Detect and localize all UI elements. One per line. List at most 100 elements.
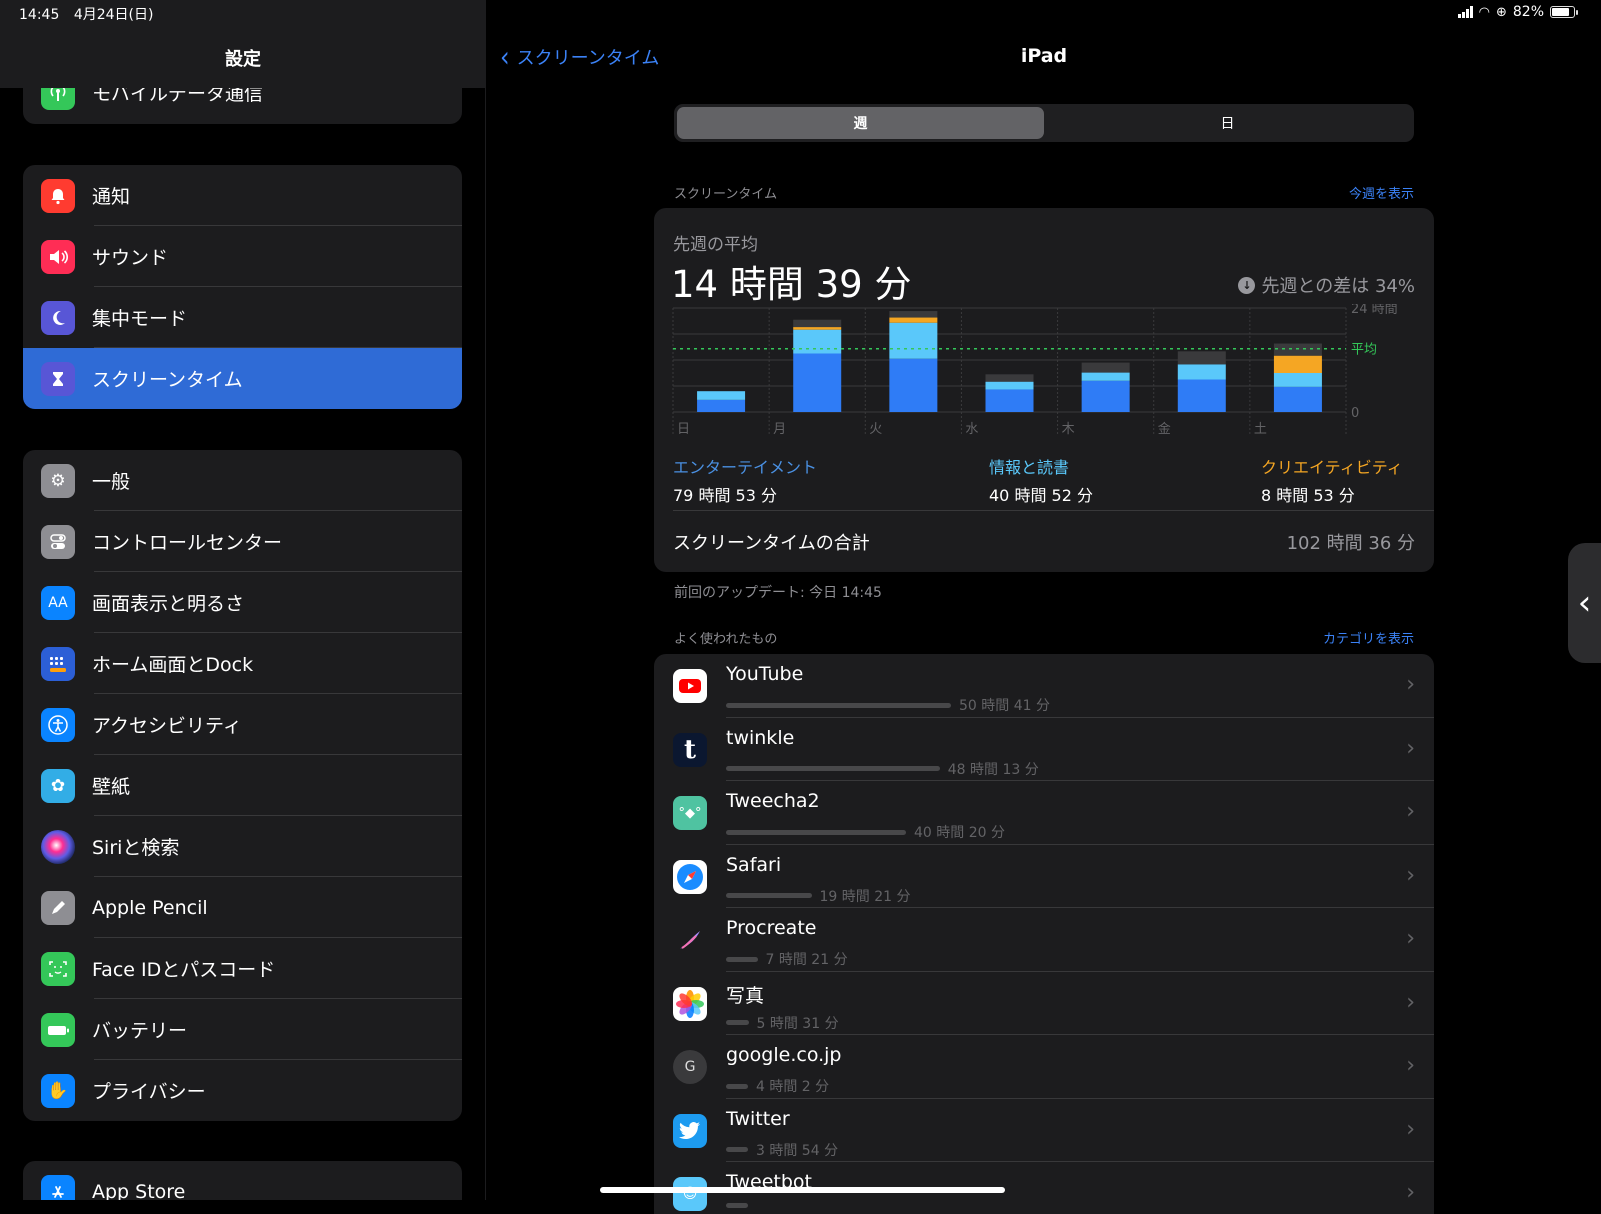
sidebar-item-label: ホーム画面とDock	[92, 654, 254, 676]
x-tick-label: 日	[677, 422, 690, 437]
x-tick-label: 木	[1062, 422, 1075, 437]
chart-bar-segment	[793, 329, 842, 354]
tweecha-icon: °◆°	[673, 796, 707, 830]
chevron-right-icon: ›	[1406, 799, 1415, 824]
chevron-right-icon: ›	[1406, 1180, 1415, 1205]
usage-bar	[726, 829, 906, 835]
usage-bar	[726, 1020, 749, 1025]
sidebar-item-notifications[interactable]: 通知	[23, 165, 462, 226]
gear-icon: ⚙	[41, 463, 75, 498]
app-usage-row[interactable]: Safari 19 時間 21 分 ›	[654, 845, 1434, 908]
chart-bar-segment	[1273, 373, 1322, 387]
x-tick-label: 土	[1254, 422, 1267, 437]
twinkle-icon: t	[673, 732, 707, 767]
usage-bar-wrap: 7 時間 21 分	[726, 949, 848, 969]
chart-bar-segment	[1177, 379, 1226, 412]
chevron-left-icon: ‹	[1577, 583, 1592, 623]
sidebar-item-general[interactable]: ⚙ 一般	[23, 450, 462, 511]
sidebar-item-screen-time[interactable]: スクリーンタイム	[23, 348, 462, 409]
text-size-icon: AA	[41, 585, 75, 620]
sidebar-item-siri[interactable]: Siriと検索	[23, 816, 462, 877]
app-usage-row[interactable]: °◆° Tweecha2 40 時間 20 分 ›	[654, 781, 1434, 845]
chart-bar-segment	[889, 311, 938, 318]
settings-group-2: ⚙ 一般 コントロールセンター AA 画面表示と明るさ ホーム画面とDock ア…	[23, 450, 462, 1121]
battery-percent: 82%	[1512, 4, 1544, 20]
sidebar-item-wallpaper[interactable]: ✿ 壁紙	[23, 755, 462, 816]
category-name: 情報と読書	[989, 458, 1070, 477]
sidebar-item-label: アクセシビリティ	[92, 715, 242, 737]
x-tick-label: 水	[965, 422, 978, 437]
average-label: 先週の平均	[673, 235, 758, 255]
app-name: Procreate	[726, 917, 817, 939]
speaker-icon	[41, 239, 75, 274]
weekly-difference: ↓ 先週との差は 34%	[1238, 272, 1415, 298]
category-value: 40 時間 52 分	[989, 486, 1093, 505]
chart-bar-segment	[1081, 372, 1130, 381]
sidebar-item-apple-pencil[interactable]: Apple Pencil	[23, 877, 462, 938]
app-usage-row[interactable]: t twinkle 48 時間 13 分 ›	[654, 718, 1434, 781]
app-usage-row[interactable]: Twitter 3 時間 54 分 ›	[654, 1099, 1434, 1162]
x-tick-label: 金	[1158, 421, 1171, 437]
show-this-week-link[interactable]: 今週を表示	[1349, 183, 1414, 202]
usage-time: 40 時間 20 分	[914, 825, 1005, 841]
usage-bar-wrap: 3 時間 54 分	[726, 1140, 838, 1160]
home-indicator[interactable]	[600, 1187, 1005, 1193]
app-name: YouTube	[726, 663, 804, 685]
cellular-signal-icon	[1457, 6, 1473, 18]
chevron-right-icon: ›	[1406, 1116, 1415, 1142]
sidebar-item-display[interactable]: AA 画面表示と明るさ	[23, 572, 462, 633]
wifi-icon: ◠	[1478, 4, 1490, 20]
app-usage-row[interactable]: Procreate 7 時間 21 分 ›	[654, 908, 1434, 972]
sidebar-item-control-center[interactable]: コントロールセンター	[23, 511, 462, 572]
sidebar-item-sounds[interactable]: サウンド	[23, 226, 462, 287]
chart-bar-segment	[889, 322, 938, 359]
flower-icon: ✿	[41, 768, 75, 803]
google-icon: G	[673, 1050, 707, 1084]
chart-bar-segment	[793, 327, 842, 330]
y-tick-label: 0	[1351, 406, 1359, 421]
status-bar-left: 14:45 4月24日(日)	[19, 4, 163, 24]
chart-bar-segment	[889, 317, 938, 323]
usage-bar-chart: 日 月 火 水 木 金 土 平均 24 時間 0	[672, 304, 1398, 437]
chevron-right-icon: ›	[1406, 926, 1415, 951]
separator	[673, 510, 1434, 511]
sidebar-item-focus[interactable]: 集中モード	[23, 287, 462, 348]
chart-bar-segment	[1273, 355, 1322, 373]
sidebar-item-accessibility[interactable]: アクセシビリティ	[23, 694, 462, 755]
procreate-icon	[673, 923, 707, 957]
usage-time: 4 時間 2 分	[756, 1079, 830, 1095]
sidebar-handle[interactable]: ‹	[1568, 543, 1601, 663]
segment-day[interactable]: 日	[1044, 107, 1411, 139]
app-usage-row[interactable]: YouTube 50 時間 41 分 ›	[654, 654, 1434, 718]
sidebar-item-app-store[interactable]: App Store	[23, 1161, 462, 1200]
bird-icon	[673, 1113, 707, 1148]
chart-bar-segment	[1273, 343, 1322, 356]
chart-bar-segment	[1273, 386, 1322, 412]
sidebar-item-face-id[interactable]: Face IDとパスコード	[23, 938, 462, 999]
show-categories-link[interactable]: カテゴリを表示	[1323, 628, 1414, 647]
sidebar-item-label: App Store	[92, 1180, 186, 1201]
sidebar-item-privacy[interactable]: ✋ プライバシー	[23, 1060, 462, 1121]
moon-icon	[41, 300, 75, 335]
settings-group-3: App Store	[23, 1161, 462, 1200]
chart-bar-segment	[793, 319, 842, 328]
usage-time: 7 時間 21 分	[765, 952, 848, 968]
last-update-text: 前回のアップデート: 今日 14:45	[674, 585, 882, 601]
app-usage-row[interactable]: Ggoogle.co.jp 4 時間 2 分 ›	[654, 1035, 1434, 1099]
sidebar-item-label: Siriと検索	[92, 837, 180, 859]
sidebar-item-home-screen[interactable]: ホーム画面とDock	[23, 633, 462, 694]
app-name: Safari	[726, 853, 782, 876]
compass-icon	[673, 859, 707, 894]
usage-bar-wrap: 50 時間 41 分	[726, 695, 1050, 715]
segment-week[interactable]: 週	[677, 107, 1044, 139]
app-usage-row[interactable]: 写真 5 時間 31 分 ›	[654, 972, 1434, 1035]
chart-bar-segment	[1081, 380, 1130, 412]
category-value: 8 時間 53 分	[1261, 486, 1355, 505]
most-used-list: YouTube 50 時間 41 分 › t twinkle 48 時間 13 分 › °◆°…	[654, 654, 1434, 1214]
sidebar-item-battery[interactable]: バッテリー	[23, 999, 462, 1060]
chart-bar-segment	[985, 374, 1034, 382]
total-label: スクリーンタイムの合計	[673, 533, 870, 554]
chart-bar-segment	[985, 389, 1034, 412]
status-time: 14:45	[19, 7, 60, 23]
pencil-icon	[41, 890, 75, 925]
